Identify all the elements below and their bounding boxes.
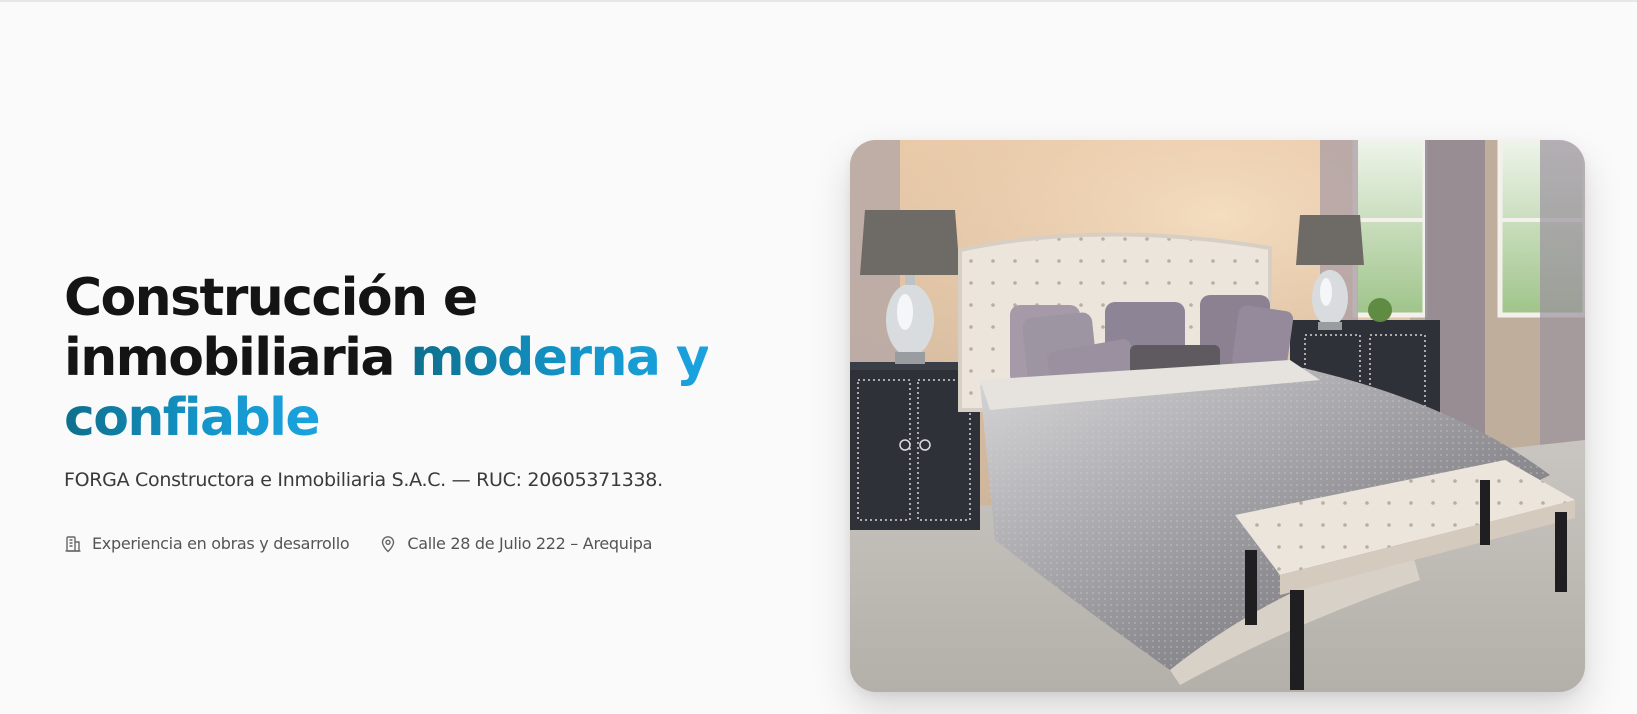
hero-title-accent-2: confiable	[64, 388, 321, 448]
hero-title-line1: Construcción e	[64, 268, 478, 328]
feature-location-label: Calle 28 de Julio 222 – Arequipa	[407, 534, 653, 553]
location-pin-icon	[379, 535, 397, 553]
hero-features: Experiencia en obras y desarrollo Calle …	[64, 534, 764, 553]
feature-location: Calle 28 de Julio 222 – Arequipa	[379, 534, 652, 553]
bedroom-photo	[850, 140, 1585, 692]
hero-title-line2-plain: inmobiliaria	[64, 328, 411, 388]
feature-experience: Experiencia en obras y desarrollo	[64, 534, 350, 553]
hero-subtitle: FORGA Constructora e Inmobiliaria S.A.C.…	[64, 469, 663, 491]
hero-section: Construcción e inmobiliaria moderna y co…	[0, 0, 1637, 714]
hero-title-accent-1: moderna y	[410, 328, 709, 388]
feature-experience-label: Experiencia en obras y desarrollo	[92, 534, 350, 553]
building-icon	[64, 535, 82, 553]
hero-text: Construcción e inmobiliaria moderna y co…	[64, 268, 764, 553]
hero-title: Construcción e inmobiliaria moderna y co…	[64, 268, 764, 448]
